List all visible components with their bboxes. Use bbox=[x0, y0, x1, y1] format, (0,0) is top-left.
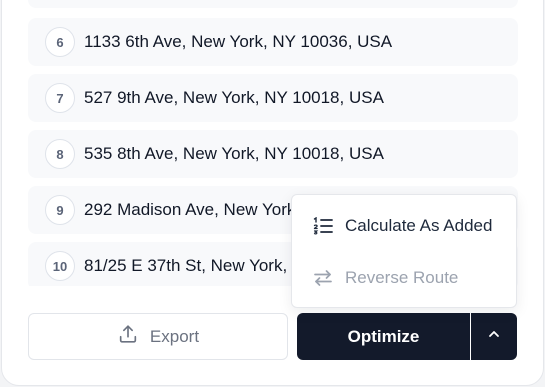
export-label: Export bbox=[149, 326, 200, 346]
menu-item-label: Calculate As Added bbox=[345, 216, 493, 235]
stop-row[interactable]: 6 1133 6th Ave, New York, NY 10036, USA bbox=[28, 18, 518, 66]
stop-address: 527 9th Ave, New York, NY 10018, USA bbox=[84, 88, 384, 107]
optimize-label: Optimize bbox=[347, 326, 420, 346]
menu-item-reverse-route[interactable]: Reverse Route bbox=[292, 256, 516, 300]
export-button[interactable]: Export bbox=[28, 313, 288, 360]
optimize-options-toggle[interactable] bbox=[471, 313, 517, 360]
previous-stop-row-edge bbox=[28, 0, 518, 8]
stop-address: 1133 6th Ave, New York, NY 10036, USA bbox=[84, 32, 393, 51]
chevron-up-icon bbox=[487, 327, 501, 346]
stop-row[interactable]: 7 527 9th Ave, New York, NY 10018, USA bbox=[28, 74, 518, 122]
upload-icon bbox=[117, 323, 139, 350]
stop-number-badge: 6 bbox=[45, 27, 75, 57]
stop-address: 535 8th Ave, New York, NY 10018, USA bbox=[84, 144, 384, 163]
stop-row[interactable]: 8 535 8th Ave, New York, NY 10018, USA bbox=[28, 130, 518, 178]
swap-arrows-icon bbox=[312, 267, 334, 289]
stop-number-badge: 7 bbox=[45, 83, 75, 113]
stop-number-badge: 8 bbox=[45, 139, 75, 169]
optimize-options-menu: Calculate As Added Reverse Route bbox=[291, 194, 517, 308]
optimize-button[interactable]: Optimize bbox=[297, 313, 470, 360]
stop-number-badge: 9 bbox=[45, 195, 75, 225]
stop-number-badge: 10 bbox=[45, 251, 75, 281]
list-ordered-icon bbox=[312, 215, 334, 237]
menu-item-label: Reverse Route bbox=[345, 268, 459, 287]
menu-item-calculate-as-added[interactable]: Calculate As Added bbox=[292, 204, 516, 248]
